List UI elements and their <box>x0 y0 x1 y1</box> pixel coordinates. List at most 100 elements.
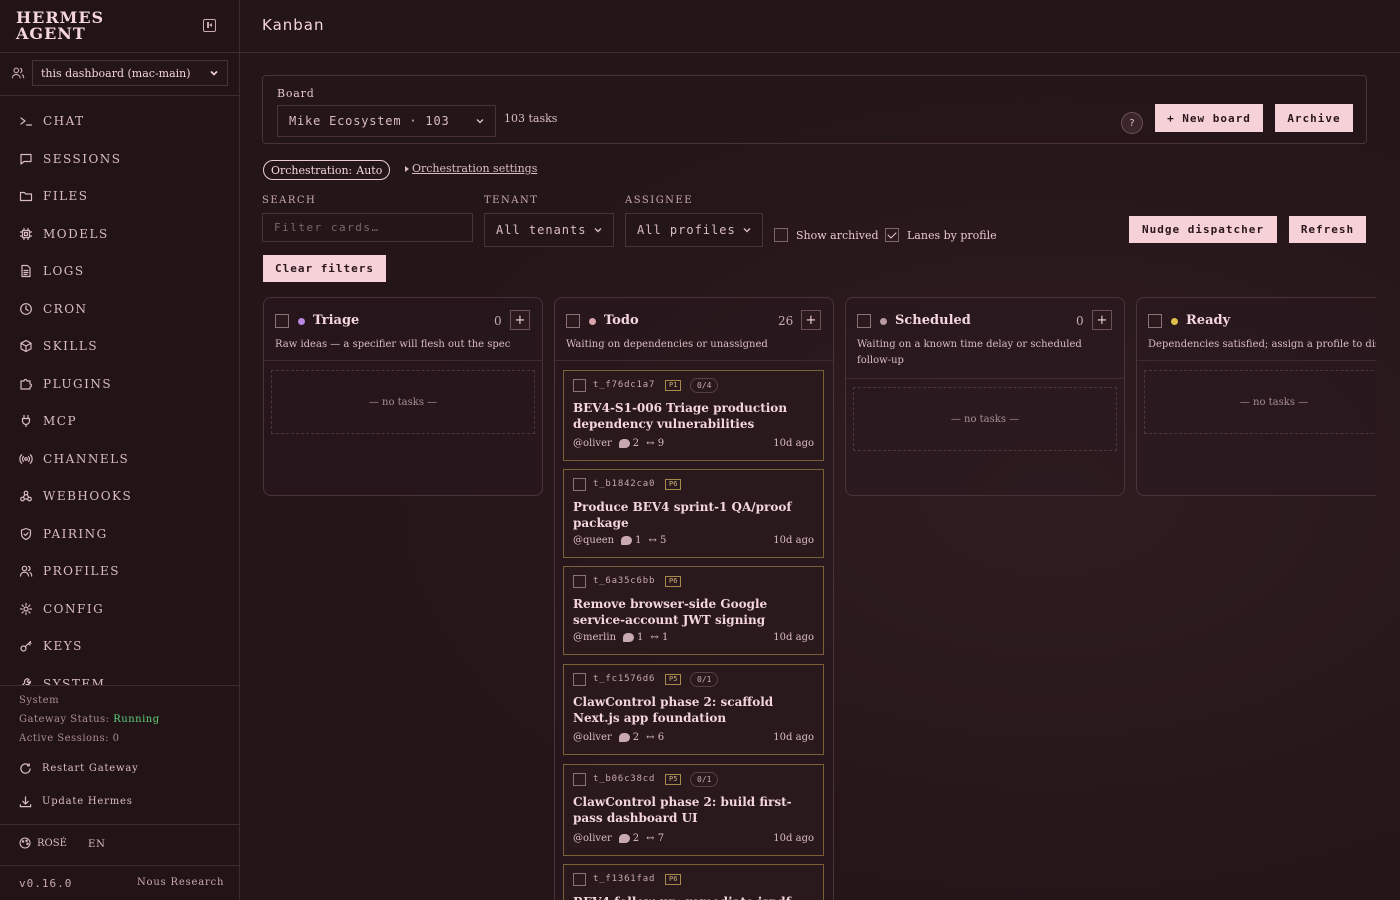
clock-icon <box>19 302 33 316</box>
divider <box>1137 360 1376 361</box>
assignee-select-value: All profiles <box>637 223 736 237</box>
nudge-dispatcher-button[interactable]: Nudge dispatcher <box>1129 216 1277 243</box>
users-icon <box>11 67 25 79</box>
restart-gateway-button[interactable]: Restart Gateway <box>19 762 139 775</box>
help-button[interactable]: ? <box>1121 112 1143 134</box>
update-hermes-button[interactable]: Update Hermes <box>19 795 133 808</box>
sidebar-item-system[interactable]: SYSTEM <box>0 666 239 685</box>
card-select-checkbox[interactable] <box>573 673 586 686</box>
chevron-down-icon <box>743 228 751 233</box>
card-select-checkbox[interactable] <box>573 873 586 886</box>
sidebar-item-webhooks[interactable]: WEBHOOKS <box>0 478 239 514</box>
checkbox[interactable] <box>774 228 788 242</box>
refresh-button[interactable]: Refresh <box>1289 216 1366 243</box>
clear-filters-button[interactable]: Clear filters <box>263 255 386 282</box>
sidebar-item-files[interactable]: FILES <box>0 178 239 214</box>
task-id: t_6a35c6bb <box>593 576 656 586</box>
sidebar-item-profiles[interactable]: PROFILES <box>0 553 239 589</box>
comment-icon <box>618 834 630 843</box>
brand-logo: HERMES AGENT <box>16 10 216 42</box>
orchestration-settings-link[interactable]: Orchestration settings <box>405 162 537 175</box>
restart-gateway-label: Restart Gateway <box>42 763 139 774</box>
column-title: Scheduled <box>895 313 971 328</box>
column-scheduled: Scheduled 0 + Waiting on a known time de… <box>845 297 1125 496</box>
sidebar-item-channels[interactable]: CHANNELS <box>0 441 239 477</box>
task-card[interactable]: t_f76dc1a7 P1 0/4 BEV4-S1-006 Triage produc… <box>563 370 824 461</box>
search-input[interactable] <box>262 213 473 242</box>
sidebar-item-sessions[interactable]: SESSIONS <box>0 141 239 177</box>
sidebar-item-cron[interactable]: CRON <box>0 291 239 327</box>
brand-line-2: AGENT <box>16 24 86 43</box>
orchestration-settings-label: Orchestration settings <box>412 162 538 175</box>
task-card[interactable]: t_b1842ca0 P6 Produce BEV4 sprint-1 QA/pro… <box>563 469 824 558</box>
column-triage: Triage 0 + Raw ideas — a specifier will … <box>263 297 543 496</box>
language-button[interactable]: EN <box>88 839 106 850</box>
archive-button[interactable]: Archive <box>1275 104 1353 132</box>
checkbox-checked[interactable] <box>885 228 899 242</box>
sidebar-item-logs[interactable]: LOGS <box>0 253 239 289</box>
orchestration-label: Orchestration: <box>271 163 353 177</box>
task-title: BEV4-S1-006 Triage production dependency… <box>573 401 788 431</box>
status-dot <box>589 318 596 325</box>
column-select-checkbox[interactable] <box>857 314 871 328</box>
card-select-checkbox[interactable] <box>573 478 586 491</box>
status-dot <box>1171 318 1178 325</box>
comment-count: 2 <box>632 438 640 449</box>
sidebar-item-keys[interactable]: KEYS <box>0 628 239 664</box>
sidebar-item-chat[interactable]: CHAT <box>0 103 239 139</box>
task-card[interactable]: t_fc1576d6 P5 0/1 ClawControl phase 2: scaf… <box>563 664 824 755</box>
column-select-checkbox[interactable] <box>566 314 580 328</box>
card-select-checkbox[interactable] <box>573 379 586 392</box>
link-count: ↔ 9 <box>646 438 665 449</box>
tenant-select[interactable]: All tenants <box>484 213 614 247</box>
show-archived-label: Show archived <box>796 228 879 242</box>
divider <box>0 685 240 686</box>
sidebar-nav: CHAT SESSIONS FILES MODELS LOGS CRON SKILLS PLU… <box>0 103 239 685</box>
column-select-checkbox[interactable] <box>1148 314 1162 328</box>
assignee-label: ASSIGNEE <box>625 195 694 206</box>
new-board-button[interactable]: + New board <box>1155 104 1263 132</box>
card-select-checkbox[interactable] <box>573 575 586 588</box>
sidebar-item-label: CONFIG <box>43 601 105 616</box>
gateway-status-label: Gateway Status: <box>19 714 110 725</box>
download-icon <box>19 796 32 808</box>
profile-select[interactable]: this dashboard (mac-main) <box>32 60 228 86</box>
chevron-down-icon <box>476 119 484 124</box>
comment-count: 2 <box>632 833 640 844</box>
task-meta: @merlin 1 ↔ 1 <box>573 632 668 643</box>
sidebar-item-models[interactable]: MODELS <box>0 216 239 252</box>
subtask-progress: 0/1 <box>690 772 719 787</box>
task-age: 10d ago <box>773 438 814 449</box>
add-task-button[interactable]: + <box>801 310 821 330</box>
assignee-select[interactable]: All profiles <box>625 213 763 247</box>
sidebar-item-skills[interactable]: SKILLS <box>0 328 239 364</box>
divider <box>0 95 240 96</box>
board-select[interactable]: Mike Ecosystem · 103 <box>277 105 496 137</box>
users-icon <box>19 564 33 578</box>
sidebar-item-mcp[interactable]: MCP <box>0 403 239 439</box>
column-title: Todo <box>604 313 639 328</box>
chevron-down-icon <box>210 70 218 76</box>
sidebar-item-plugins[interactable]: PLUGINS <box>0 366 239 402</box>
sidebar-item-config[interactable]: CONFIG <box>0 591 239 627</box>
assignee: @merlin <box>573 632 617 643</box>
task-card[interactable]: t_6a35c6bb P6 Remove browser-side Google s… <box>563 566 824 655</box>
key-icon <box>19 639 33 653</box>
add-task-button[interactable]: + <box>1092 310 1112 330</box>
show-archived-checkbox[interactable]: Show archived <box>774 228 879 242</box>
card-select-checkbox[interactable] <box>573 773 586 786</box>
lanes-by-profile-checkbox[interactable]: Lanes by profile <box>885 228 997 242</box>
column-select-checkbox[interactable] <box>275 314 289 328</box>
add-task-button[interactable]: + <box>510 310 530 330</box>
terminal-icon <box>19 114 33 128</box>
caret-right-icon <box>405 165 409 172</box>
sidebar-item-pairing[interactable]: PAIRING <box>0 516 239 552</box>
system-heading: System <box>19 695 60 706</box>
collapse-sidebar-icon[interactable] <box>203 19 216 32</box>
orchestration-toggle[interactable]: Orchestration: Auto <box>263 160 391 180</box>
task-id: t_b06c38cd <box>593 774 656 784</box>
task-card[interactable]: t_b06c38cd P5 0/1 ClawControl phase 2: buil… <box>563 764 824 856</box>
task-card[interactable]: t_f1361fad P6 BEV4 follow-up: remediate js… <box>563 864 824 900</box>
message-square-icon <box>19 152 33 166</box>
theme-switcher[interactable]: ROSÉ <box>19 837 67 849</box>
